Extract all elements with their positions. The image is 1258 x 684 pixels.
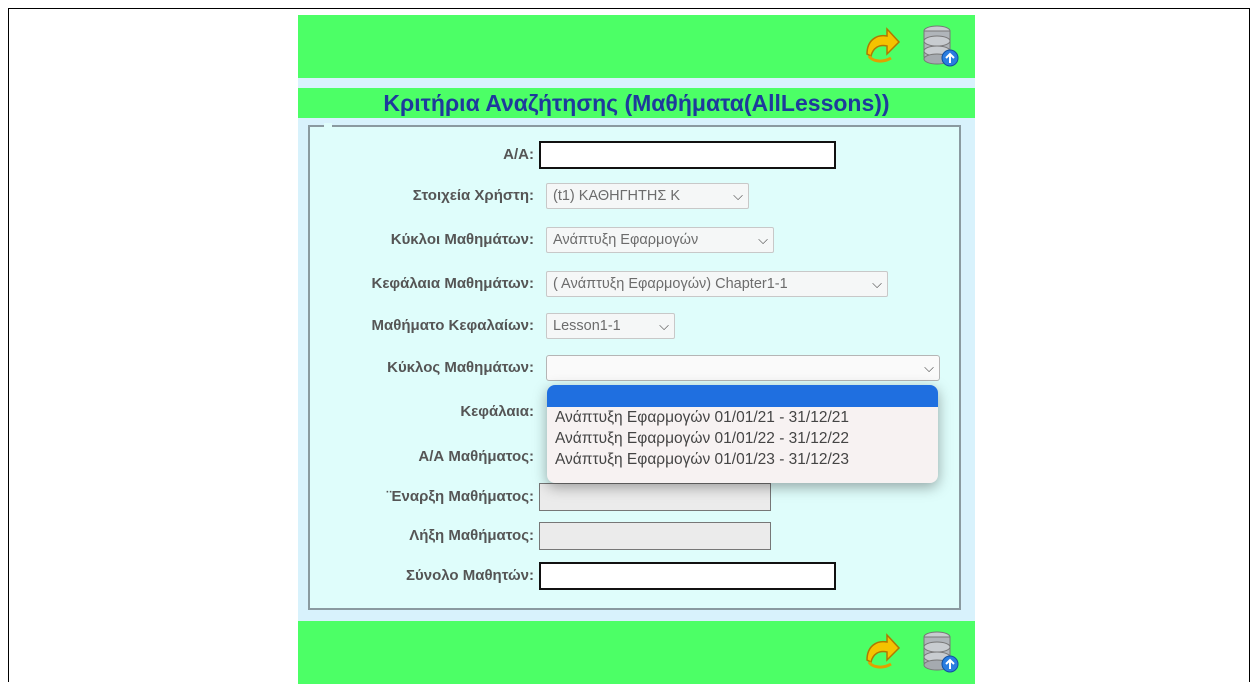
aa-label: Α/Α: [503,146,534,163]
end-input[interactable] [539,522,771,550]
chevron-down-icon: ⌵ [924,360,934,375]
database-icon[interactable] [920,23,960,67]
page-title: Κριτήρια Αναζήτησης (Μαθήματα(AllLessons… [298,88,975,118]
start-label: ¨Εναρξη Μαθήματος: [386,488,534,505]
redo-arrow-icon[interactable] [861,630,901,674]
database-icon[interactable] [920,629,960,673]
user-select-value: (t1) ΚΑΘΗΓΗΤΗΣ Κ [553,188,681,204]
lesson-chapter-label: Μαθήματο Κεφαλαίων: [371,317,534,334]
chapters-select-value: ( Ανάπτυξη Εφαρμογών) Chapter1-1 [553,276,788,292]
cycle-select[interactable]: ⌵ [546,355,940,381]
bottom-toolbar [298,621,975,684]
cycle-label: Κύκλος Μαθημάτων: [387,359,534,376]
chevron-down-icon: ⌵ [733,188,743,203]
lesson-chapter-select[interactable]: Lesson1-1 ⌵ [546,313,675,339]
end-label: Λήξη Μαθήματος: [409,527,534,544]
start-input[interactable] [539,483,771,511]
dropdown-option[interactable]: Ανάπτυξη Εφαρμογών 01/01/23 - 31/12/23 [547,449,938,470]
chevron-down-icon: ⌵ [758,232,768,247]
dropdown-option[interactable] [547,385,938,407]
chevron-down-icon: ⌵ [872,276,882,291]
cycles-label: Κύκλοι Μαθημάτων: [390,231,534,248]
redo-arrow-icon[interactable] [861,24,901,68]
chapter-label: Κεφάλαια: [460,403,534,420]
user-select[interactable]: (t1) ΚΑΘΗΓΗΤΗΣ Κ ⌵ [546,183,749,209]
chapters-select[interactable]: ( Ανάπτυξη Εφαρμογών) Chapter1-1 ⌵ [546,271,888,297]
cycle-dropdown-list: Ανάπτυξη Εφαρμογών 01/01/21 - 31/12/21 Α… [547,385,938,483]
dropdown-option[interactable]: Ανάπτυξη Εφαρμογών 01/01/22 - 31/12/22 [547,428,938,449]
total-input[interactable] [539,562,836,590]
lesson-chapter-select-value: Lesson1-1 [553,318,621,334]
top-toolbar [298,15,975,78]
user-label: Στοιχεία Χρήστη: [412,187,534,204]
dropdown-option[interactable]: Ανάπτυξη Εφαρμογών 01/01/21 - 31/12/21 [547,407,938,428]
aa-input[interactable] [539,141,836,169]
cycles-select[interactable]: Ανάπτυξη Εφαρμογών ⌵ [546,227,774,253]
lesson-no-label: Α/Α Μαθήματος: [418,448,534,465]
total-label: Σύνολο Μαθητών: [406,567,534,584]
chevron-down-icon: ⌵ [659,318,669,333]
chapters-label: Κεφάλαια Μαθημάτων: [371,275,534,292]
cycles-select-value: Ανάπτυξη Εφαρμογών [553,232,699,248]
